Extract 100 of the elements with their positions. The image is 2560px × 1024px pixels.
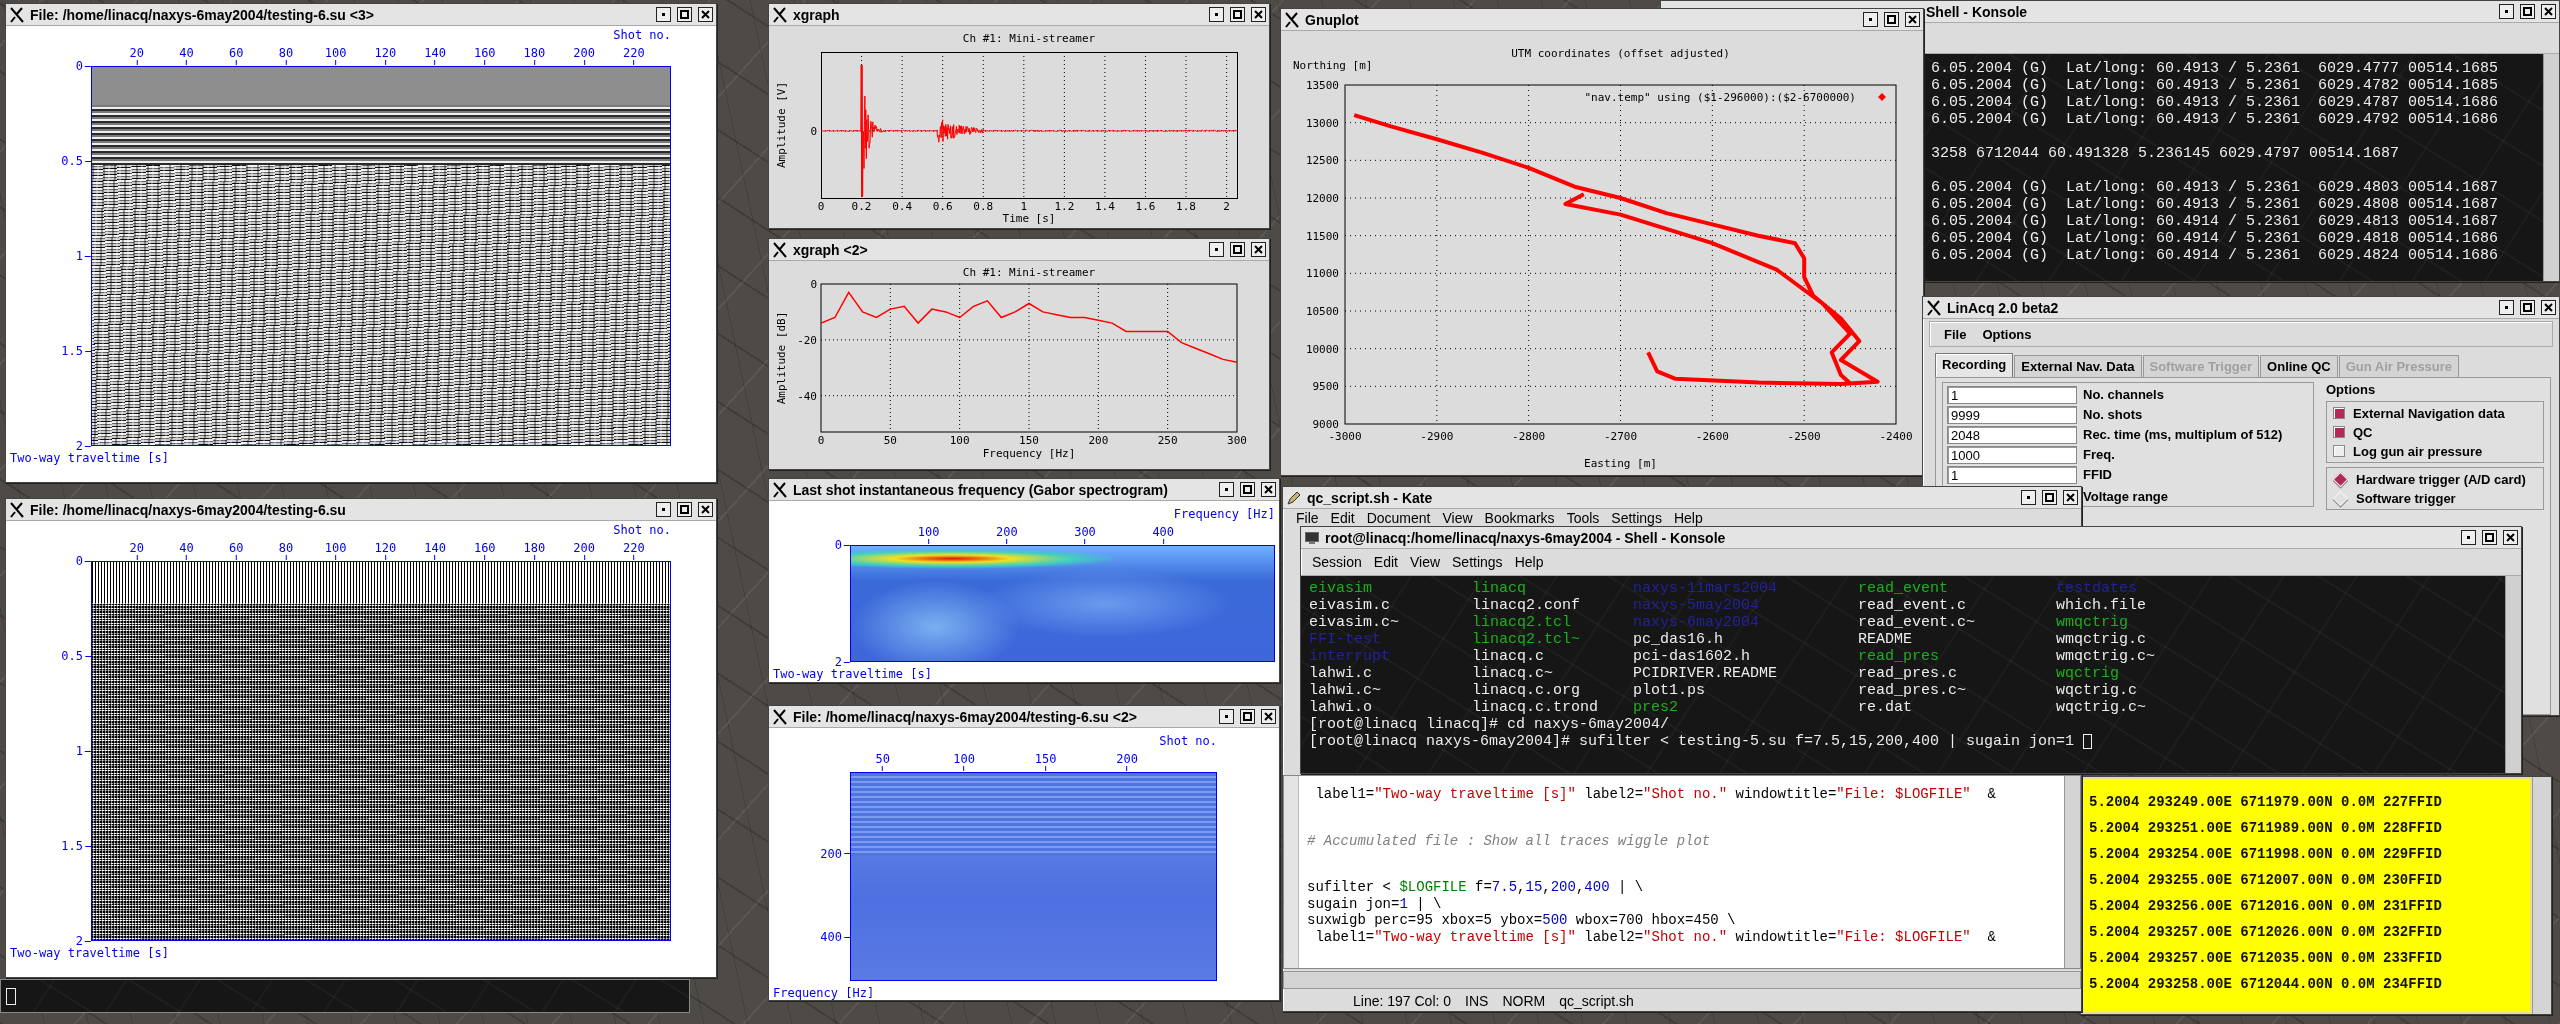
checkbox-label: QC	[2353, 424, 2373, 440]
minimize-button[interactable]	[656, 502, 671, 517]
close-button[interactable]	[1251, 7, 1266, 22]
file-name: read_pres.c	[1858, 665, 1959, 682]
close-button[interactable]	[2063, 490, 2078, 505]
menu-item[interactable]: Settings	[1447, 552, 1508, 572]
file-name: which.file	[2056, 597, 2147, 614]
minimize-button[interactable]	[1863, 12, 1878, 27]
file-name: naxys-11mars2004	[1633, 580, 1779, 597]
maximize-button[interactable]	[1240, 709, 1255, 724]
file-name: FFI-test	[1309, 631, 1382, 648]
scrollbar[interactable]	[2505, 576, 2521, 773]
menu-item[interactable]: Tools	[1561, 510, 1605, 526]
menu-item[interactable]: Bookmarks	[1479, 510, 1560, 526]
close-button[interactable]	[1261, 709, 1276, 724]
maximize-button[interactable]	[677, 502, 692, 517]
tab[interactable]: Online QC	[2260, 355, 2338, 377]
text-cursor	[6, 987, 16, 1005]
tick-label: 180	[523, 46, 546, 65]
close-button[interactable]	[2541, 4, 2556, 19]
menu-item[interactable]: Edit	[1325, 510, 1360, 526]
checkbox[interactable]	[2333, 426, 2345, 438]
tick-label: 80	[278, 541, 294, 560]
minimize-button[interactable]	[1219, 709, 1234, 724]
close-button[interactable]	[1905, 12, 1920, 27]
maximize-button[interactable]	[677, 7, 692, 22]
file-name: pc_das16.h	[1633, 631, 1724, 648]
menu-item[interactable]: View	[1404, 552, 1446, 572]
close-button[interactable]	[1261, 482, 1276, 497]
menu-item[interactable]: Help	[1509, 552, 1549, 572]
tick-label: 100	[953, 752, 975, 771]
window-icon	[772, 481, 788, 498]
close-button[interactable]	[698, 502, 713, 517]
maximize-icon	[680, 10, 689, 19]
input-field[interactable]: 1	[1947, 385, 2077, 404]
file-name: naxys-5may2004	[1633, 597, 1761, 614]
scrollbar[interactable]	[2064, 776, 2080, 968]
close-button[interactable]	[1251, 242, 1266, 257]
maximize-button[interactable]	[2520, 4, 2535, 19]
maximize-button[interactable]	[2482, 530, 2497, 545]
scrollbar[interactable]	[1283, 971, 2081, 989]
maximize-button[interactable]	[2520, 300, 2535, 315]
checkbox[interactable]	[2333, 445, 2345, 457]
code-line: sugain jon=1 | \	[1307, 895, 1443, 912]
close-button[interactable]	[698, 7, 713, 22]
menu-item[interactable]: File	[1938, 326, 1973, 342]
input-field[interactable]: 1000	[1947, 445, 2077, 464]
minimize-button[interactable]	[2021, 490, 2036, 505]
minimize-button[interactable]	[2499, 4, 2514, 19]
file-name: wqctrig.c~	[2056, 699, 2147, 716]
menu-item[interactable]: Session	[1307, 552, 1367, 572]
menu-item[interactable]: View	[1437, 510, 1478, 526]
tick-label: 200	[1088, 434, 1109, 447]
menu-item[interactable]: Settings	[1606, 510, 1667, 526]
axis-label: Shot no.	[613, 28, 671, 42]
tick-label: 160	[473, 541, 496, 560]
close-button[interactable]	[2541, 300, 2556, 315]
maximize-button[interactable]	[1884, 12, 1899, 27]
input-field[interactable]: 1	[1947, 465, 2077, 484]
log-line: 5.2004 293249.00E 6711979.00N 0.0M 227FFID	[2089, 793, 2443, 812]
scrollbar[interactable]	[2543, 54, 2559, 281]
chart-title: UTM coordinates (offset adjusted)	[1511, 47, 1730, 60]
terminal-line: 6.05.2004 (G) Lat/long: 60.4914 / 5.2361 6029.4818 00514.1686	[1931, 230, 2500, 247]
checkbox[interactable]	[2333, 407, 2345, 419]
tick-label: -20	[797, 333, 817, 347]
menu-item[interactable]: File	[1291, 510, 1324, 526]
tab[interactable]: External Nav. Data	[2014, 355, 2142, 377]
window-icon	[1926, 299, 1942, 316]
maximize-button[interactable]	[1230, 7, 1245, 22]
field-label: Voltage range	[2083, 489, 2168, 504]
terminal-line: [root@linacq linacq]# cd naxys-6may2004/	[1309, 716, 1671, 733]
input-field[interactable]: 9999	[1947, 405, 2077, 424]
file-name: linacq.c.trond	[1472, 699, 1600, 716]
axis-label: Frequency [Hz]	[1173, 507, 1275, 521]
window-title: Shell - Konsole	[1926, 3, 2028, 20]
menu-item[interactable]: Document	[1361, 510, 1436, 526]
input-field[interactable]: 2048	[1947, 425, 2077, 444]
window-title: File: /home/linacq/naxys-6may2004/testing-6.su <2>	[793, 708, 1137, 725]
maximize-button[interactable]	[1230, 242, 1245, 257]
minimize-button[interactable]	[2461, 530, 2476, 545]
radio-button[interactable]	[2332, 471, 2349, 487]
scrollbar[interactable]	[2532, 777, 2551, 1014]
pencil-icon	[1286, 489, 1302, 506]
menu-item[interactable]: Edit	[1368, 552, 1403, 572]
close-button[interactable]	[2503, 530, 2518, 545]
maximize-icon	[1233, 10, 1242, 19]
tick-label: 100	[917, 525, 940, 544]
log-line: 5.2004 293251.00E 6711989.00N 0.0M 228FFID	[2089, 819, 2443, 838]
terminal-line: 6.05.2004 (G) Lat/long: 60.4914 / 5.2361 6029.4813 00514.1687	[1931, 213, 2500, 230]
menu-item[interactable]: Help	[1668, 510, 1708, 526]
maximize-button[interactable]	[2042, 490, 2057, 505]
minimize-button[interactable]	[2499, 300, 2514, 315]
axis-label: Northing [m]	[1293, 59, 1373, 72]
menu-item[interactable]: Options	[1976, 326, 2038, 342]
minimize-button[interactable]	[1209, 7, 1224, 22]
minimize-button[interactable]	[656, 7, 671, 22]
maximize-button[interactable]	[1240, 482, 1255, 497]
tab[interactable]: Recording	[1935, 353, 2014, 377]
minimize-button[interactable]	[1219, 482, 1234, 497]
minimize-button[interactable]	[1209, 242, 1224, 257]
